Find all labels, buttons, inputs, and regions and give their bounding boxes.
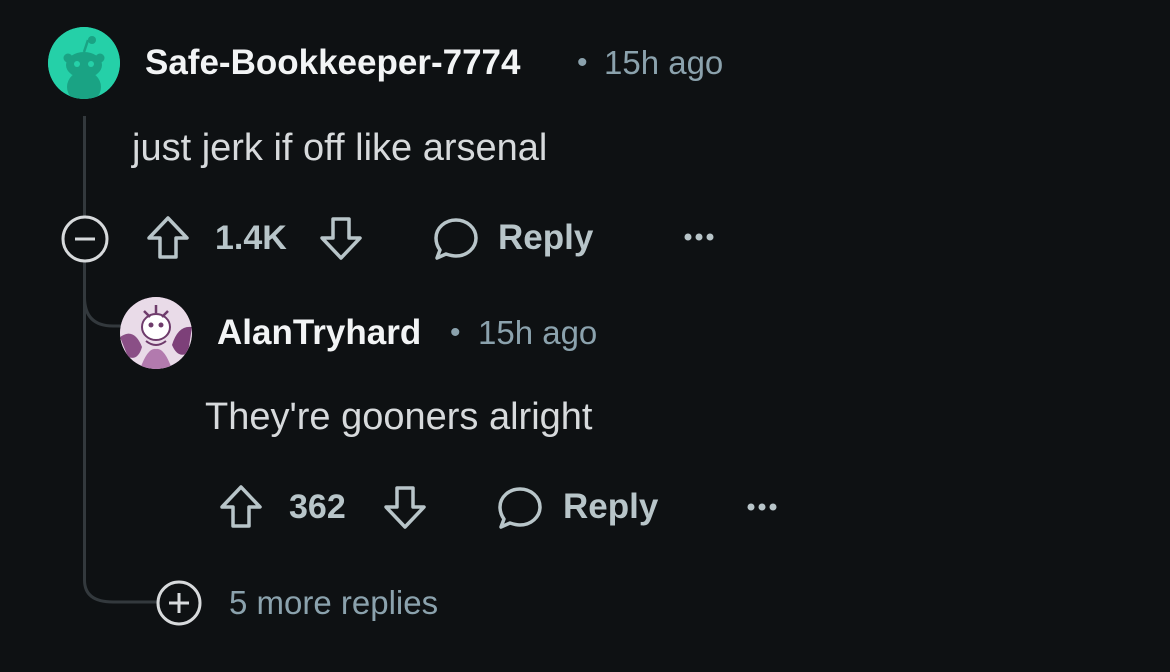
reply-reply-button[interactable]: Reply [496, 483, 676, 531]
reply-label: Reply [498, 218, 594, 257]
reply-downvote-icon[interactable] [382, 483, 428, 531]
snoo-avatar-icon [48, 27, 120, 99]
upvote-icon[interactable] [145, 214, 191, 262]
more-replies-label: 5 more replies [229, 584, 439, 621]
downvote-icon[interactable] [318, 214, 364, 262]
comment-time: 15h ago [604, 44, 724, 81]
more-replies-button[interactable]: 5 more replies [155, 579, 485, 627]
comment-username[interactable]: Safe-Bookkeeper-7774 [145, 43, 520, 83]
reply-reply-label: Reply [563, 487, 659, 526]
reply-upvote-icon[interactable] [218, 483, 264, 531]
reply-username[interactable]: AlanTryhard [217, 313, 421, 353]
reply-body: They're gooners alright [205, 396, 593, 438]
more-options-icon[interactable] [682, 226, 716, 248]
comment-body: just jerk if off like arsenal [132, 127, 548, 169]
reply-vote-count: 362 [289, 488, 346, 526]
thread-more-curve [83, 560, 158, 604]
reply-avatar[interactable] [120, 297, 192, 369]
reply-more-options-icon[interactable] [745, 496, 779, 518]
collapse-icon[interactable] [60, 214, 110, 264]
reply-time: 15h ago [478, 314, 598, 351]
comment-bubble-icon [432, 216, 480, 262]
vote-count: 1.4K [215, 219, 287, 257]
reply-comment-bubble-icon [496, 485, 544, 531]
thread-line-top [83, 116, 86, 216]
thread-branch-curve [83, 262, 123, 328]
reply-meta-separator: • [450, 316, 461, 349]
reply-button[interactable]: Reply [432, 214, 612, 262]
avatar[interactable] [48, 27, 120, 99]
profile-art-icon [120, 297, 192, 369]
meta-separator: • [577, 46, 588, 79]
expand-icon [155, 579, 203, 627]
